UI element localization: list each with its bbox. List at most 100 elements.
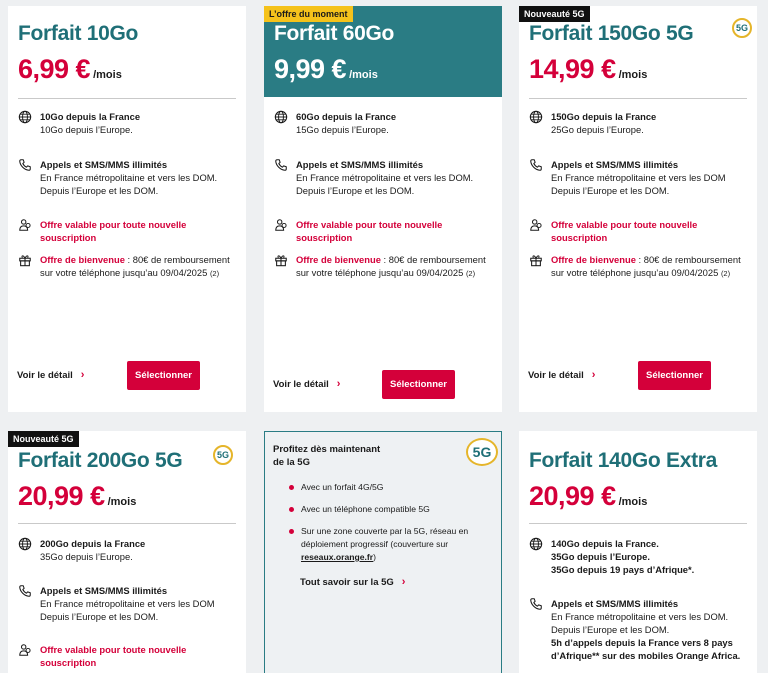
plan-card-150go-5g: Nouveauté 5G 5G Forfait 150Go 5G 14,99 €…	[519, 6, 757, 412]
gift-icon	[529, 253, 543, 267]
calls-title: Appels et SMS/MMS illimités	[40, 159, 168, 170]
requirement-item: Avec un forfait 4G/5G	[289, 481, 491, 494]
requirement-text-2: déploiement progressif (couverture sur	[301, 539, 449, 549]
data-allowance: 10Go depuis la France	[40, 111, 141, 122]
data-allowance: 150Go depuis la France	[551, 111, 657, 122]
see-details-label: Voir le détail	[273, 378, 329, 390]
see-details-link[interactable]: Voir le détail ›	[273, 378, 340, 390]
gift-icon	[18, 253, 32, 267]
feature-data: 140Go depuis la France. 35Go depuis l’Eur…	[529, 537, 751, 576]
promo-title-line2: de la 5G	[273, 457, 310, 468]
data-allowance: 200Go depuis la France	[40, 538, 146, 549]
plan-price: 6,99 € /mois	[18, 54, 236, 85]
feature-welcome: Offre de bienvenue : 80€ de remboursemen…	[18, 253, 240, 280]
plan-price: 9,99 € /mois	[274, 54, 492, 85]
plan-price: 14,99 € /mois	[529, 54, 747, 85]
feature-offer: Offre valable pour toute nouvelle souscr…	[18, 643, 240, 669]
feature-data: 150Go depuis la France 25Go depuis l’Euro…	[529, 110, 751, 136]
feature-data: 10Go depuis la France 10Go depuis l’Europ…	[18, 110, 240, 136]
offer-text: Offre valable pour toute nouvelle souscr…	[40, 219, 187, 243]
calls-france: En France métropolitaine et vers les DOM…	[551, 611, 729, 622]
calls-africa-2: d’Afrique** sur des mobiles Orange Afric…	[551, 650, 741, 661]
feature-offer: Offre valable pour toute nouvelle souscr…	[529, 218, 751, 244]
plan-title: Forfait 200Go 5G	[18, 449, 183, 472]
offer-text: Offre valable pour toute nouvelle souscr…	[296, 219, 443, 243]
calls-africa: 5h d’appels depuis la France vers 8 pays	[551, 637, 733, 648]
feature-calls: Appels et SMS/MMS illimités En France mét…	[18, 158, 240, 197]
footnote-ref: (2)	[465, 269, 476, 278]
data-africa: 35Go depuis 19 pays d’Afrique*.	[551, 564, 695, 575]
new-5g-badge: Nouveauté 5G	[519, 6, 590, 22]
5g-logo-icon: 5G	[732, 18, 752, 38]
globe-icon	[18, 110, 32, 124]
plan-header: Nouveauté 5G 5G Forfait 150Go 5G 14,99 €…	[519, 6, 757, 98]
welcome-text: : 80€ de remboursement	[124, 254, 230, 265]
globe-icon	[274, 110, 288, 124]
calls-france: En France métropolitaine et vers les DOM…	[40, 172, 218, 183]
plan-card-60go: L’offre du moment Forfait 60Go 9,99 € /m…	[264, 6, 502, 412]
people-icon	[18, 218, 32, 232]
requirement-item: Sur une zone couverte par la 5G, réseau …	[289, 525, 491, 564]
requirement-text: Sur une zone couverte par la 5G, réseau …	[301, 526, 469, 536]
learn-5g-label: Tout savoir sur la 5G	[300, 576, 394, 588]
5g-logo-icon: 5G	[213, 445, 233, 465]
plan-title: Forfait 150Go 5G	[529, 22, 694, 45]
data-europe: 35Go depuis l’Europe.	[551, 551, 650, 562]
feature-data: 200Go depuis la France 35Go depuis l’Euro…	[18, 537, 240, 563]
feature-calls: Appels et SMS/MMS illimités En France mét…	[274, 158, 496, 197]
calls-title: Appels et SMS/MMS illimités	[551, 159, 679, 170]
offer-text: Offre valable pour toute nouvelle souscr…	[40, 644, 187, 668]
data-europe: 25Go depuis l’Europe.	[551, 124, 644, 135]
divider	[529, 98, 747, 99]
data-allowance: 140Go depuis la France.	[551, 538, 659, 549]
footnote-ref: (2)	[209, 269, 220, 278]
data-europe: 10Go depuis l’Europe.	[40, 124, 133, 135]
feature-data: 60Go depuis la France 15Go depuis l’Europ…	[274, 110, 496, 136]
requirement-item: Avec un téléphone compatible 5G	[289, 503, 491, 516]
5g-info-card: 5G Profitez dès maintenant de la 5G Avec…	[264, 431, 502, 673]
see-details-link[interactable]: Voir le détail ›	[17, 369, 84, 381]
welcome-label: Offre de bienvenue	[551, 254, 636, 265]
calls-france: En France métropolitaine et vers les DOM	[551, 172, 726, 183]
phone-icon	[529, 597, 543, 611]
welcome-text: : 80€ de remboursement	[635, 254, 741, 265]
price-amount: 20,99 €	[18, 481, 105, 511]
phone-icon	[18, 584, 32, 598]
coverage-link[interactable]: reseaux.orange.fr	[301, 552, 373, 562]
price-amount: 9,99 €	[274, 54, 347, 84]
plan-card-140go-extra: Forfait 140Go Extra 20,99 € /mois 140Go …	[519, 431, 757, 673]
select-button[interactable]: Sélectionner	[127, 361, 200, 390]
globe-icon	[18, 537, 32, 551]
calls-title: Appels et SMS/MMS illimités	[551, 598, 679, 609]
price-amount: 14,99 €	[529, 54, 616, 84]
data-allowance: 60Go depuis la France	[296, 111, 397, 122]
new-5g-badge: Nouveauté 5G	[8, 431, 79, 447]
5g-logo-icon: 5G	[466, 438, 498, 466]
plan-price: 20,99 € /mois	[18, 481, 236, 512]
price-period: /mois	[107, 496, 137, 508]
data-europe: 15Go depuis l’Europe.	[296, 124, 389, 135]
paren-close: )	[373, 552, 376, 562]
select-button[interactable]: Sélectionner	[382, 370, 455, 399]
welcome-label: Offre de bienvenue	[40, 254, 125, 265]
select-button[interactable]: Sélectionner	[638, 361, 711, 390]
footnote-ref: (2)	[720, 269, 731, 278]
calls-europe: Depuis l’Europe et les DOM.	[551, 185, 670, 196]
calls-title: Appels et SMS/MMS illimités	[296, 159, 424, 170]
calls-europe: Depuis l’Europe et les DOM.	[40, 185, 159, 196]
phone-icon	[529, 158, 543, 172]
plan-header: Nouveauté 5G 5G Forfait 200Go 5G 20,99 €…	[8, 431, 246, 523]
calls-france: En France métropolitaine et vers les DOM…	[296, 172, 474, 183]
price-amount: 20,99 €	[529, 481, 616, 511]
calls-title: Appels et SMS/MMS illimités	[40, 585, 168, 596]
data-europe: 35Go depuis l’Europe.	[40, 551, 133, 562]
learn-5g-link[interactable]: Tout savoir sur la 5G ›	[300, 576, 405, 588]
see-details-link[interactable]: Voir le détail ›	[528, 369, 595, 381]
welcome-text: : 80€ de remboursement	[380, 254, 486, 265]
phone-icon	[274, 158, 288, 172]
phone-icon	[18, 158, 32, 172]
people-icon	[274, 218, 288, 232]
plan-header: Forfait 10Go 6,99 € /mois	[8, 6, 246, 98]
calls-europe: Depuis l’Europe et les DOM.	[551, 624, 670, 635]
plan-price: 20,99 € /mois	[529, 481, 747, 512]
